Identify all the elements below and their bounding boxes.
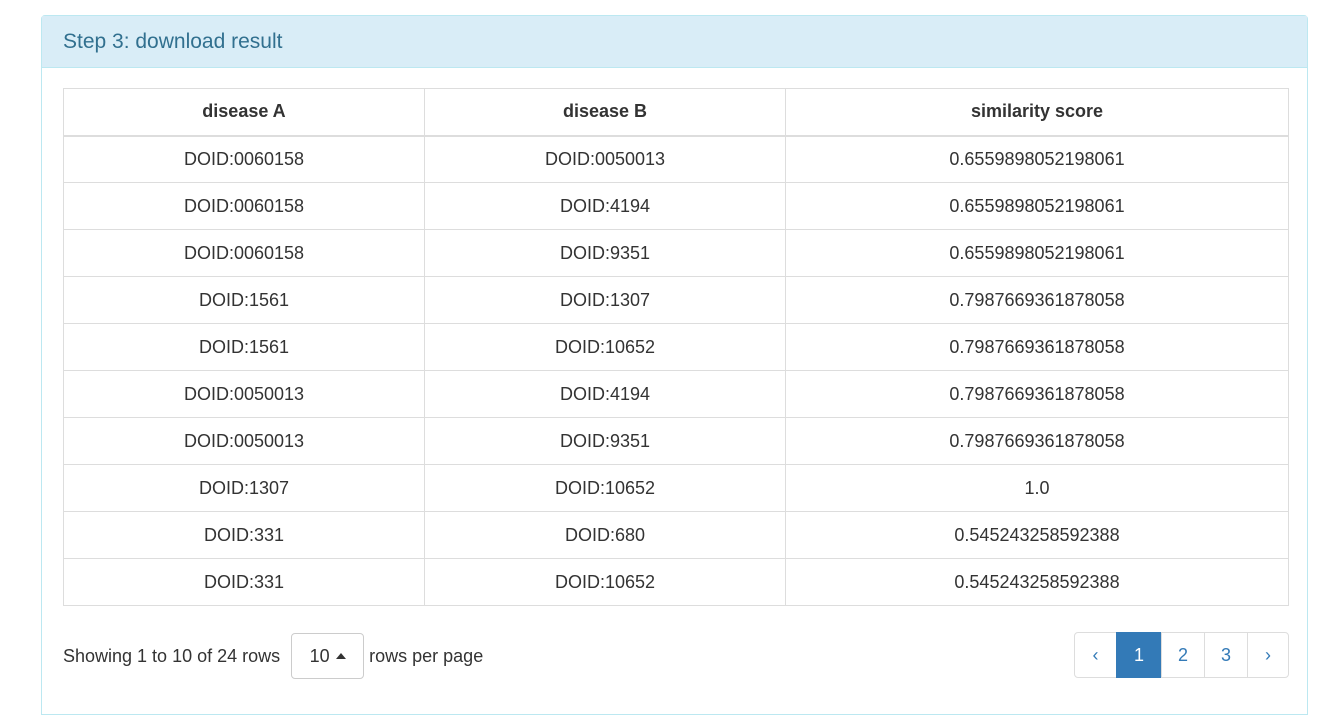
cell-disease-a: DOID:331 xyxy=(63,558,425,606)
cell-similarity-score: 0.6559898052198061 xyxy=(785,182,1289,230)
table-row: DOID:331 DOID:680 0.545243258592388 xyxy=(63,511,1289,559)
page-size-dropdown[interactable]: 10 xyxy=(291,633,365,679)
next-page-button[interactable]: › xyxy=(1247,632,1289,678)
cell-disease-a: DOID:0050013 xyxy=(63,417,425,465)
page-2-button[interactable]: 2 xyxy=(1161,632,1205,678)
cell-similarity-score: 0.7987669361878058 xyxy=(785,323,1289,371)
cell-similarity-score: 0.545243258592388 xyxy=(785,558,1289,606)
table-row: DOID:0060158 DOID:9351 0.655989805219806… xyxy=(63,229,1289,277)
cell-disease-b: DOID:9351 xyxy=(424,417,786,465)
pagination: ‹ 1 2 3 › xyxy=(1074,632,1289,678)
cell-disease-b: DOID:1307 xyxy=(424,276,786,324)
cell-disease-a: DOID:1561 xyxy=(63,323,425,371)
cell-similarity-score: 1.0 xyxy=(785,464,1289,512)
panel-title: Step 3: download result xyxy=(63,29,283,53)
cell-disease-b: DOID:9351 xyxy=(424,229,786,277)
table-row: DOID:1561 DOID:10652 0.7987669361878058 xyxy=(63,323,1289,371)
cell-disease-b: DOID:4194 xyxy=(424,370,786,418)
page-3-button[interactable]: 3 xyxy=(1204,632,1248,678)
cell-disease-a: DOID:331 xyxy=(63,511,425,559)
column-header-disease-a[interactable]: disease A xyxy=(63,88,425,137)
download-result-panel: Step 3: download result disease A diseas… xyxy=(41,15,1308,715)
table-row: DOID:0050013 DOID:9351 0.798766936187805… xyxy=(63,417,1289,465)
cell-similarity-score: 0.545243258592388 xyxy=(785,511,1289,559)
cell-disease-a: DOID:0060158 xyxy=(63,229,425,277)
panel-heading: Step 3: download result xyxy=(42,16,1307,68)
cell-disease-b: DOID:10652 xyxy=(424,323,786,371)
cell-disease-a: DOID:1307 xyxy=(63,464,425,512)
table-row: DOID:1561 DOID:1307 0.7987669361878058 xyxy=(63,276,1289,324)
prev-page-button[interactable]: ‹ xyxy=(1074,632,1117,678)
page-size-value: 10 xyxy=(309,645,330,666)
cell-similarity-score: 0.6559898052198061 xyxy=(785,229,1289,277)
cell-disease-b: DOID:10652 xyxy=(424,464,786,512)
table-row: DOID:0060158 DOID:0050013 0.655989805219… xyxy=(63,135,1289,183)
cell-disease-b: DOID:680 xyxy=(424,511,786,559)
cell-disease-a: DOID:0050013 xyxy=(63,370,425,418)
table-row: DOID:1307 DOID:10652 1.0 xyxy=(63,464,1289,512)
cell-similarity-score: 0.7987669361878058 xyxy=(785,370,1289,418)
cell-similarity-score: 0.7987669361878058 xyxy=(785,417,1289,465)
column-header-disease-b[interactable]: disease B xyxy=(424,88,786,137)
pagination-detail: Showing 1 to 10 of 24 rows 10 rows per p… xyxy=(63,633,483,679)
result-table: disease A disease B similarity score DOI… xyxy=(63,88,1289,606)
cell-disease-b: DOID:4194 xyxy=(424,182,786,230)
table-header-row: disease A disease B similarity score xyxy=(63,88,1289,137)
page-1-button[interactable]: 1 xyxy=(1116,632,1162,678)
cell-disease-a: DOID:1561 xyxy=(63,276,425,324)
caret-up-icon xyxy=(335,653,346,659)
rows-per-page-label: rows per page xyxy=(369,645,484,666)
table-row: DOID:0050013 DOID:4194 0.798766936187805… xyxy=(63,370,1289,418)
cell-disease-a: DOID:0060158 xyxy=(63,135,425,183)
cell-disease-b: DOID:0050013 xyxy=(424,135,786,183)
column-header-similarity-score[interactable]: similarity score xyxy=(785,88,1289,137)
cell-similarity-score: 0.6559898052198061 xyxy=(785,135,1289,183)
table-row: DOID:331 DOID:10652 0.545243258592388 xyxy=(63,558,1289,606)
cell-disease-b: DOID:10652 xyxy=(424,558,786,606)
table-row: DOID:0060158 DOID:4194 0.655989805219806… xyxy=(63,182,1289,230)
pagination-info: Showing 1 to 10 of 24 rows xyxy=(63,645,281,666)
cell-similarity-score: 0.7987669361878058 xyxy=(785,276,1289,324)
cell-disease-a: DOID:0060158 xyxy=(63,182,425,230)
